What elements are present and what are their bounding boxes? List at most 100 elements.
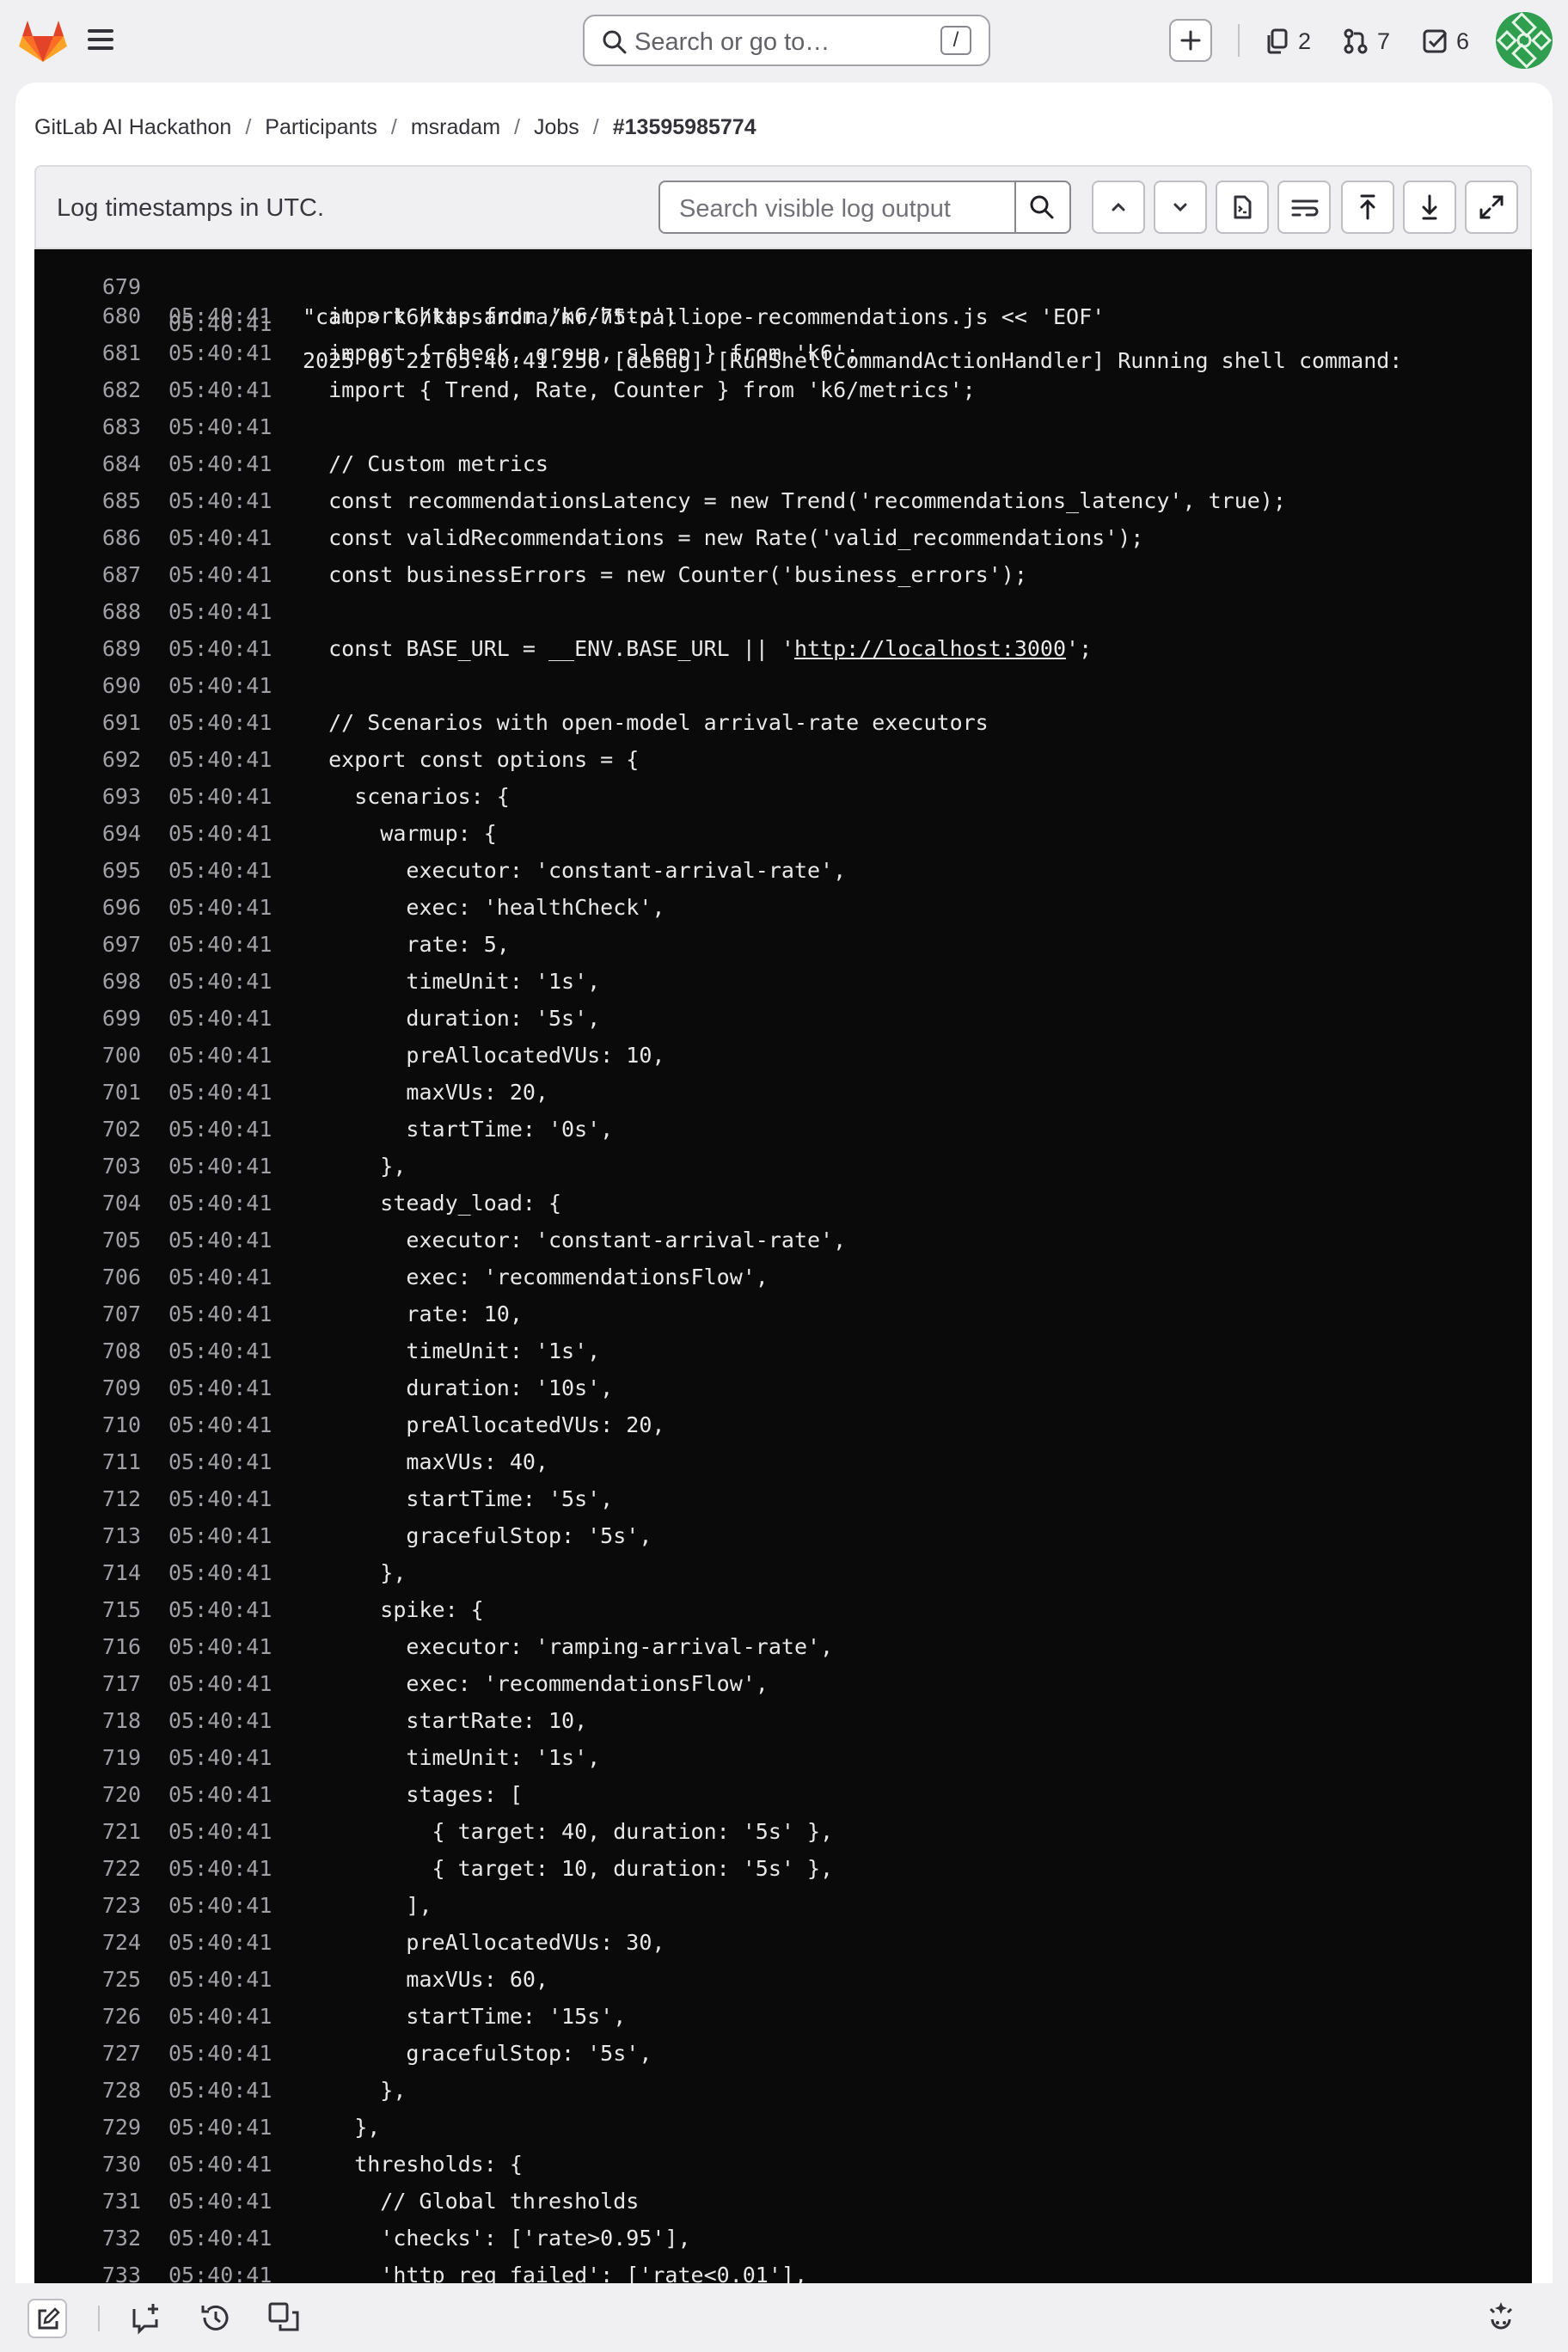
log-line-number[interactable]: 684 — [34, 445, 141, 482]
create-new-button[interactable] — [1169, 19, 1212, 62]
log-line-number[interactable]: 719 — [34, 1739, 141, 1776]
log-line-number[interactable]: 683 — [34, 408, 141, 445]
duo-ai-icon[interactable] — [1484, 2300, 1518, 2335]
global-search-input[interactable]: Search or go to… / — [583, 15, 990, 66]
log-line-number[interactable]: 689 — [34, 630, 141, 667]
log-line-number[interactable]: 703 — [34, 1148, 141, 1185]
previous-match-button[interactable] — [1092, 181, 1145, 234]
log-line-text: executor: 'constant-arrival-rate', — [303, 858, 847, 883]
log-line-number[interactable]: 731 — [34, 2183, 141, 2220]
log-link[interactable]: http://localhost:3000 — [794, 636, 1066, 661]
log-line-number[interactable]: 694 — [34, 815, 141, 852]
add-comment-icon[interactable] — [129, 2300, 163, 2335]
breadcrumb-subgroup[interactable]: Participants — [265, 115, 377, 140]
log-line: 698 05:40:41 timeUnit: '1s', — [34, 963, 1532, 1000]
log-line-number[interactable]: 698 — [34, 963, 141, 1000]
user-avatar[interactable] — [1496, 12, 1553, 69]
log-line-timestamp: 05:40:41 — [168, 525, 273, 550]
log-line-number[interactable]: 716 — [34, 1628, 141, 1665]
scroll-to-top-button[interactable] — [1341, 181, 1394, 234]
log-line-number[interactable]: 704 — [34, 1185, 141, 1222]
log-line-timestamp: 05:40:41 — [168, 2041, 273, 2066]
log-search-input[interactable]: Search visible log output — [658, 181, 1071, 234]
log-line-number[interactable]: 727 — [34, 2035, 141, 2072]
log-line-number[interactable]: 718 — [34, 1702, 141, 1739]
chevron-down-icon — [1173, 203, 1187, 212]
log-line-number[interactable]: 728 — [34, 2072, 141, 2109]
log-line: 681 05:40:41 import { check, group, sleep… — [34, 334, 1532, 371]
log-line-number[interactable]: 699 — [34, 1000, 141, 1037]
log-line-timestamp: 05:40:41 — [168, 2189, 273, 2214]
log-line-number[interactable]: 681 — [34, 334, 141, 371]
issues-counter-button[interactable]: 2 — [1265, 22, 1311, 60]
log-line-number[interactable]: 708 — [34, 1332, 141, 1369]
log-line-number[interactable]: 687 — [34, 556, 141, 593]
log-line-timestamp: 05:40:41 — [168, 1634, 273, 1659]
log-line-timestamp: 05:40:41 — [168, 1412, 273, 1437]
log-line-number[interactable]: 690 — [34, 667, 141, 704]
log-line-number[interactable]: 713 — [34, 1517, 141, 1554]
log-line-number[interactable]: 724 — [34, 1924, 141, 1961]
log-line-number[interactable]: 701 — [34, 1074, 141, 1111]
copy-to-icon[interactable] — [266, 2300, 301, 2335]
next-match-button[interactable] — [1154, 181, 1207, 234]
log-line-number[interactable]: 712 — [34, 1480, 141, 1517]
breadcrumb-group[interactable]: GitLab AI Hackathon — [34, 115, 231, 140]
log-line-timestamp: 05:40:41 — [168, 1117, 273, 1142]
sidebar-toggle-icon[interactable] — [84, 26, 119, 57]
toggle-line-wrap-button[interactable] — [1277, 181, 1331, 234]
log-line-number[interactable]: 702 — [34, 1111, 141, 1148]
history-icon[interactable] — [198, 2300, 232, 2335]
log-line-number[interactable]: 725 — [34, 1961, 141, 1998]
log-line-number[interactable]: 730 — [34, 2146, 141, 2183]
log-line-number[interactable]: 733 — [34, 2257, 141, 2283]
log-line-number[interactable]: 692 — [34, 741, 141, 778]
log-line-timestamp: 05:40:41 — [168, 932, 273, 957]
log-line-number[interactable]: 721 — [34, 1813, 141, 1850]
log-line-number[interactable]: 688 — [34, 593, 141, 630]
fullscreen-button[interactable] — [1465, 181, 1518, 234]
log-line-number[interactable]: 693 — [34, 778, 141, 815]
edit-button[interactable] — [28, 2299, 67, 2338]
log-line-number[interactable]: 722 — [34, 1850, 141, 1887]
breadcrumb-jobs[interactable]: Jobs — [534, 115, 579, 140]
log-line-number[interactable]: 680 — [34, 297, 141, 334]
log-line-number[interactable]: 685 — [34, 482, 141, 519]
show-raw-button[interactable] — [1216, 181, 1269, 234]
log-line-number[interactable]: 717 — [34, 1665, 141, 1702]
log-line-number[interactable]: 700 — [34, 1037, 141, 1074]
log-line-timestamp: 05:40:41 — [168, 2263, 273, 2283]
log-line-number[interactable]: 732 — [34, 2220, 141, 2257]
plus-icon — [1180, 30, 1201, 51]
log-line-number[interactable]: 710 — [34, 1406, 141, 1443]
scroll-to-bottom-button[interactable] — [1403, 181, 1456, 234]
log-line-number[interactable]: 726 — [34, 1998, 141, 2035]
log-line-number[interactable]: 723 — [34, 1887, 141, 1924]
log-line-timestamp: 05:40:41 — [168, 2078, 273, 2103]
log-line-number[interactable]: 711 — [34, 1443, 141, 1480]
log-line-number[interactable]: 715 — [34, 1591, 141, 1628]
log-line: 700 05:40:41 preAllocatedVUs: 10, — [34, 1037, 1532, 1074]
log-line-number[interactable]: 709 — [34, 1369, 141, 1406]
log-line-number[interactable]: 696 — [34, 889, 141, 926]
log-line-number[interactable]: 707 — [34, 1295, 141, 1332]
breadcrumb-current-job[interactable]: #13595985774 — [613, 115, 756, 140]
log-line: 703 05:40:41 }, — [34, 1148, 1532, 1185]
log-line-number[interactable]: 682 — [34, 371, 141, 408]
log-line-number[interactable]: 729 — [34, 2109, 141, 2146]
todos-counter-button[interactable]: 6 — [1422, 22, 1469, 60]
log-search-button[interactable] — [1014, 182, 1069, 232]
log-line-text: spike: { — [303, 1597, 484, 1622]
gitlab-logo-icon[interactable] — [17, 15, 69, 67]
merge-requests-counter-button[interactable]: 7 — [1343, 22, 1390, 60]
log-line-number[interactable]: 706 — [34, 1259, 141, 1295]
log-line-text: // Global thresholds — [303, 2189, 640, 2214]
log-line-number[interactable]: 714 — [34, 1554, 141, 1591]
log-line-number[interactable]: 686 — [34, 519, 141, 556]
log-line-number[interactable]: 695 — [34, 852, 141, 889]
log-line-number[interactable]: 697 — [34, 926, 141, 963]
log-line-number[interactable]: 720 — [34, 1776, 141, 1813]
breadcrumb-project[interactable]: msradam — [411, 115, 500, 140]
log-line-number[interactable]: 691 — [34, 704, 141, 741]
log-line-number[interactable]: 705 — [34, 1222, 141, 1259]
